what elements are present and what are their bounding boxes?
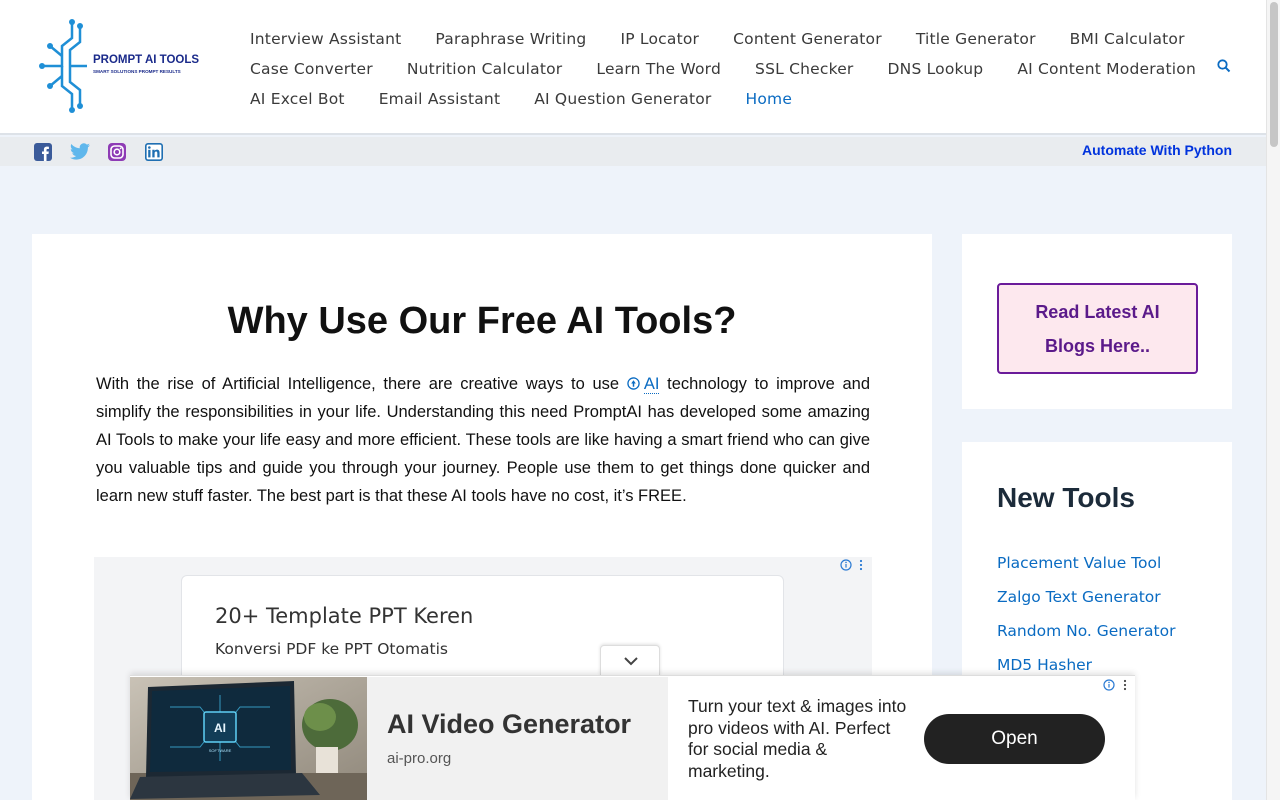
nav-item-bmi-calculator[interactable]: BMI Calculator	[1070, 30, 1185, 48]
adchoices-icon[interactable]	[840, 558, 866, 572]
twitter-icon[interactable]	[70, 143, 90, 161]
svg-text:AI: AI	[214, 721, 226, 735]
intro-text-end: technology to improve and simplify the r…	[96, 375, 870, 505]
tool-link-random-no-generator[interactable]: Random No. Generator	[997, 622, 1175, 656]
automate-with-python-link[interactable]: Automate With Python	[1082, 142, 1232, 158]
site-header: PROMPT AI TOOLS SMART SOLUTIONS PROMPT R…	[0, 0, 1266, 135]
page-title: Why Use Our Free AI Tools?	[227, 300, 737, 342]
scrollbar-thumb[interactable]	[1270, 2, 1278, 147]
nav-row: Case Converter Nutrition Calculator Learn …	[250, 54, 1210, 84]
svg-text:SMART SOLUTIONS PROMPT RESULTS: SMART SOLUTIONS PROMPT RESULTS	[93, 69, 181, 74]
facebook-icon[interactable]	[34, 143, 52, 161]
nav-item-nutrition-calculator[interactable]: Nutrition Calculator	[407, 60, 563, 78]
ad-body-text: Turn your text & images into pro videos …	[688, 696, 907, 781]
main-navigation: Interview Assistant Paraphrase Writing IP …	[250, 24, 1210, 114]
site-logo[interactable]: PROMPT AI TOOLS SMART SOLUTIONS PROMPT R…	[32, 16, 214, 116]
ad-domain: ai-pro.org	[387, 750, 452, 767]
bottom-sticky-ad[interactable]: AI SOFTWARE AI Video Generator ai-pro.or…	[130, 675, 1135, 800]
read-blogs-button[interactable]: Read Latest AI Blogs Here..	[997, 283, 1198, 374]
chevron-down-icon	[624, 657, 638, 666]
logo-image: PROMPT AI TOOLS SMART SOLUTIONS PROMPT R…	[39, 19, 199, 113]
ad-laptop-image: AI SOFTWARE	[130, 677, 367, 800]
read-blogs-button-line1: Read Latest AI	[1035, 302, 1160, 322]
nav-row: Interview Assistant Paraphrase Writing IP …	[250, 24, 1210, 54]
nav-item-ai-content-moderation[interactable]: AI Content Moderation	[1017, 60, 1196, 78]
social-bar: Automate With Python	[0, 137, 1266, 166]
ad-headline-panel: AI Video Generator ai-pro.org	[367, 677, 668, 800]
instagram-icon[interactable]	[108, 143, 126, 161]
intro-paragraph: With the rise of Artificial Intelligence…	[96, 370, 870, 510]
svg-text:PROMPT AI TOOLS: PROMPT AI TOOLS	[93, 54, 199, 66]
nav-item-case-converter[interactable]: Case Converter	[250, 60, 373, 78]
search-icon[interactable]	[1216, 58, 1232, 74]
new-tools-heading: New Tools	[997, 482, 1135, 513]
inline-ad-subtitle: Konversi PDF ke PPT Otomatis	[215, 640, 449, 658]
nav-item-email-assistant[interactable]: Email Assistant	[379, 90, 501, 108]
nav-item-ip-locator[interactable]: IP Locator	[620, 30, 699, 48]
inline-ad-title: 20+ Template PPT Keren	[215, 604, 474, 628]
intro-text-start: With the rise of Artificial Intelligence…	[96, 375, 627, 393]
tool-link-placement-value-tool[interactable]: Placement Value Tool	[997, 554, 1175, 588]
nav-item-home[interactable]: Home	[746, 90, 793, 108]
ai-inline-link[interactable]: AI	[643, 375, 660, 394]
svg-text:SOFTWARE: SOFTWARE	[209, 748, 232, 753]
nav-item-interview-assistant[interactable]: Interview Assistant	[250, 30, 401, 48]
nav-item-paraphrase-writing[interactable]: Paraphrase Writing	[435, 30, 586, 48]
ad-open-button[interactable]: Open	[924, 714, 1105, 764]
nav-item-ai-excel-bot[interactable]: AI Excel Bot	[250, 90, 345, 108]
nav-item-learn-the-word[interactable]: Learn The Word	[596, 60, 721, 78]
nav-item-content-generator[interactable]: Content Generator	[733, 30, 882, 48]
nav-row: AI Excel Bot Email Assistant AI Question G…	[250, 84, 1210, 114]
ad-headline: AI Video Generator	[387, 709, 632, 739]
adchoices-icon[interactable]	[1103, 678, 1129, 692]
nav-item-title-generator[interactable]: Title Generator	[916, 30, 1036, 48]
nav-item-dns-lookup[interactable]: DNS Lookup	[888, 60, 984, 78]
read-blogs-button-line2: Blogs Here..	[1044, 336, 1151, 356]
nav-item-ai-question-generator[interactable]: AI Question Generator	[534, 90, 711, 108]
sidebar-blog-card: Read Latest AI Blogs Here..	[962, 234, 1232, 409]
ad-collapse-tab[interactable]	[600, 645, 660, 676]
linkedin-icon[interactable]	[145, 143, 163, 161]
page-scrollbar[interactable]	[1266, 0, 1280, 800]
tool-link-zalgo-text-generator[interactable]: Zalgo Text Generator	[997, 588, 1175, 622]
info-circle-icon	[627, 377, 640, 390]
nav-item-ssl-checker[interactable]: SSL Checker	[755, 60, 853, 78]
